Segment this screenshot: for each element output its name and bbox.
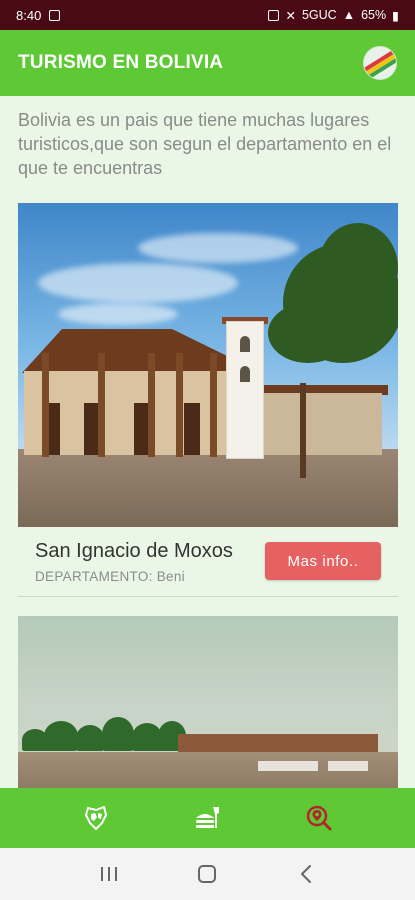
mute-icon: ✕ (285, 8, 296, 23)
app-title: TURISMO EN BOLIVIA (18, 52, 224, 73)
map-region-icon[interactable] (76, 798, 116, 838)
more-info-button[interactable]: Mas info.. (265, 542, 381, 580)
back-icon[interactable] (286, 854, 326, 894)
app-bar: TURISMO EN BOLIVIA (0, 30, 415, 96)
battery-level: 65% (361, 8, 387, 22)
recent-apps-icon[interactable] (89, 854, 129, 894)
lock-icon (268, 9, 280, 21)
food-icon[interactable] (187, 798, 227, 838)
place-photo (18, 616, 398, 788)
home-icon[interactable] (187, 854, 227, 894)
divider (18, 596, 398, 597)
place-card[interactable]: San Ignacio de Moxos DEPARTAMENTO: Beni … (18, 203, 398, 598)
place-info: San Ignacio de Moxos DEPARTAMENTO: Beni … (18, 527, 398, 597)
place-name: San Ignacio de Moxos (35, 540, 233, 562)
place-department: DEPARTAMENTO: Beni (35, 569, 185, 584)
bottom-navigation (0, 788, 415, 848)
system-navigation-bar (0, 848, 415, 900)
place-card[interactable] (18, 616, 398, 788)
signal-icon: ▲ (342, 8, 356, 22)
status-time: 8:40 (16, 7, 42, 23)
status-bar: 8:40 ✕ 5GUC ▲ 65% ▮ (0, 0, 415, 30)
gallery-notification-icon (49, 9, 61, 21)
location-search-icon[interactable] (299, 798, 339, 838)
intro-text: Bolivia es un pais que tiene muchas luga… (18, 110, 392, 178)
network-type: 5GUC (301, 8, 337, 22)
place-photo (18, 203, 398, 527)
bolivia-flag-logo-icon[interactable] (363, 46, 397, 80)
battery-icon: ▮ (392, 8, 399, 23)
